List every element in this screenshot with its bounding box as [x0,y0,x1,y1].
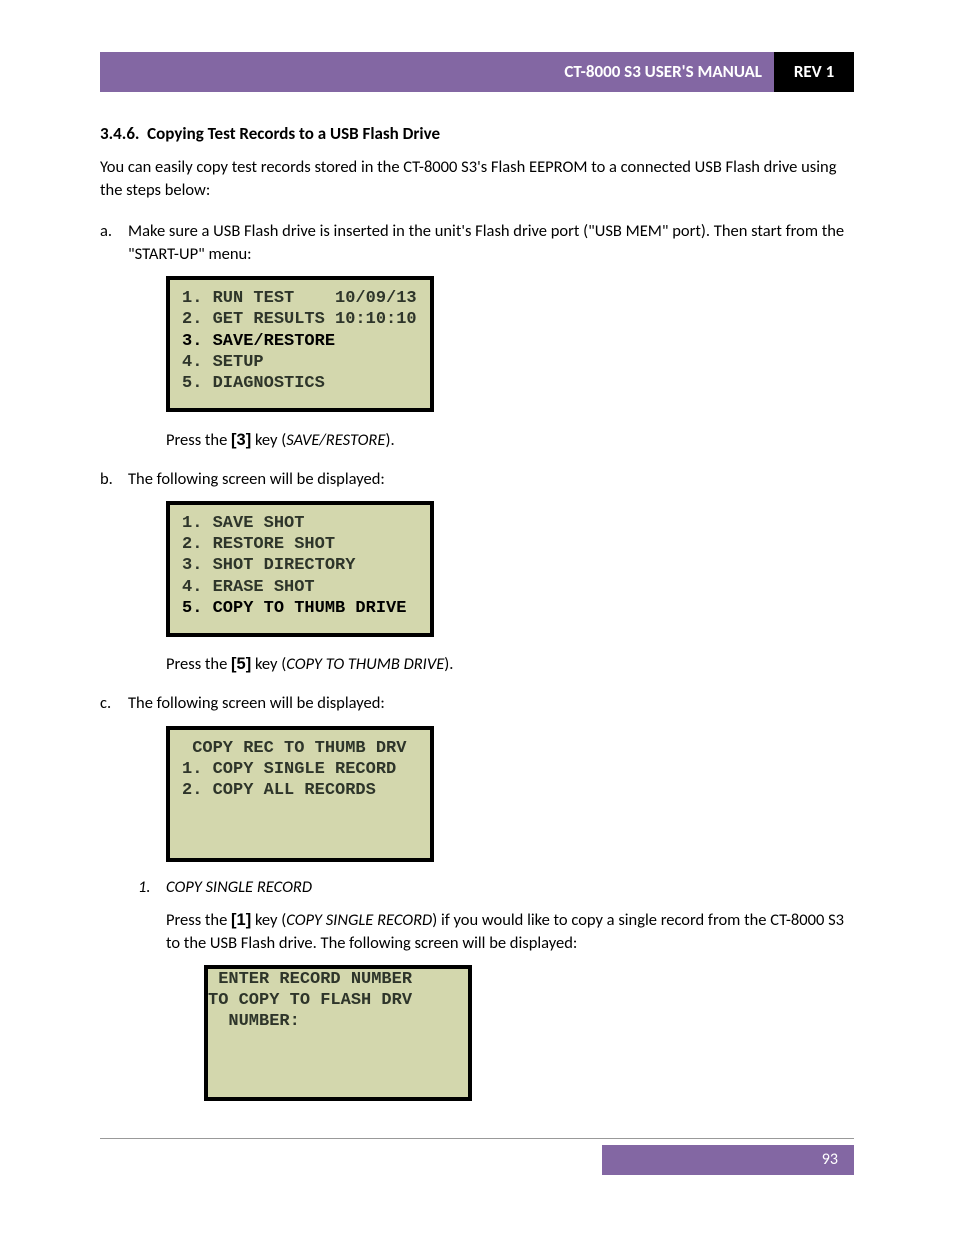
sub-step-marker: 1. [138,876,166,899]
step-text: The following screen will be displayed: [128,693,385,713]
lcd-line: 1. COPY SINGLE RECORD [182,759,418,780]
sub-step-1: 1.COPY SINGLE RECORD Press the [1] key (… [166,876,854,1101]
sub-step-paragraph: Press the [1] key (COPY SINGLE RECORD) i… [166,909,854,955]
step-marker: b. [100,468,128,491]
footer-accent [602,1145,822,1175]
menu-option: COPY SINGLE RECORD [286,910,432,930]
text: key ( [251,654,286,674]
step-c: c.The following screen will be displayed… [128,692,854,1100]
page-number: 93 [822,1145,854,1175]
text: key ( [251,910,286,930]
sub-step-name: COPY SINGLE RECORD [166,877,312,897]
lcd-screen-save-restore: 1. SAVE SHOT 2. RESTORE SHOT 3. SHOT DIR… [166,501,434,637]
step-b: b.The following screen will be displayed… [128,468,854,677]
footer-divider [100,1138,854,1139]
step-marker: c. [100,692,128,715]
section-number: 3.4.6. [100,123,139,144]
lcd-line: NUMBER: [208,1011,468,1032]
intro-paragraph: You can easily copy test records stored … [100,156,854,202]
section-heading: 3.4.6. Copying Test Records to a USB Fla… [100,122,854,146]
lcd-line: 4. SETUP [182,352,418,373]
step-instruction: Press the [5] key (COPY TO THUMB DRIVE). [166,653,854,676]
step-marker: a. [100,220,128,243]
lcd-screen-startup: 1. RUN TEST 10/09/13 2. GET RESULTS 10:1… [166,276,434,412]
step-a: a.Make sure a USB Flash drive is inserte… [128,220,854,452]
step-text: Make sure a USB Flash drive is inserted … [128,221,844,264]
lcd-line: 3. SAVE/RESTORE [182,331,418,352]
text: Press the [166,654,231,674]
text: ). [444,654,453,674]
lcd-line: 4. ERASE SHOT [182,577,418,598]
lcd-line: 2. COPY ALL RECORDS [182,780,418,801]
text: ). [385,430,394,450]
footer-bar: 93 [100,1145,854,1175]
key-label: [5] [231,655,251,673]
lcd-line: 1. SAVE SHOT [182,513,418,534]
text: Press the [166,910,231,930]
page-footer: 93 [100,1138,854,1175]
step-list: a.Make sure a USB Flash drive is inserte… [100,220,854,1101]
key-label: [3] [231,431,251,449]
lcd-line: 5. COPY TO THUMB DRIVE [182,598,418,619]
menu-option: COPY TO THUMB DRIVE [286,654,444,674]
step-text: The following screen will be displayed: [128,469,385,489]
lcd-line: 3. SHOT DIRECTORY [182,555,418,576]
text: key ( [251,430,286,450]
lcd-line: 2. RESTORE SHOT [182,534,418,555]
sub-step-title: 1.COPY SINGLE RECORD [166,876,854,899]
section-title: Copying Test Records to a USB Flash Driv… [147,123,440,144]
lcd-line: TO COPY TO FLASH DRV [208,990,468,1011]
menu-option: SAVE/RESTORE [286,430,385,450]
lcd-line: 2. GET RESULTS 10:10:10 [182,309,418,330]
lcd-screen-enter-record: ENTER RECORD NUMBER TO COPY TO FLASH DRV… [204,965,472,1101]
lcd-line: ENTER RECORD NUMBER [208,969,468,990]
lcd-line: 5. DIAGNOSTICS [182,373,418,394]
step-instruction: Press the [3] key (SAVE/RESTORE). [166,429,854,452]
lcd-line: 1. RUN TEST 10/09/13 [182,288,418,309]
header-rev: REV 1 [774,52,854,92]
text: Press the [166,430,231,450]
manual-page: CT-8000 S3 USER'S MANUAL REV 1 3.4.6. Co… [0,0,954,1235]
lcd-screen-copy-menu: COPY REC TO THUMB DRV 1. COPY SINGLE REC… [166,726,434,862]
sub-step-list: 1.COPY SINGLE RECORD Press the [1] key (… [128,876,854,1101]
key-label: [1] [231,911,251,929]
lcd-line: COPY REC TO THUMB DRV [182,738,418,759]
header-title: CT-8000 S3 USER'S MANUAL [100,52,774,92]
page-header: CT-8000 S3 USER'S MANUAL REV 1 [100,52,854,92]
